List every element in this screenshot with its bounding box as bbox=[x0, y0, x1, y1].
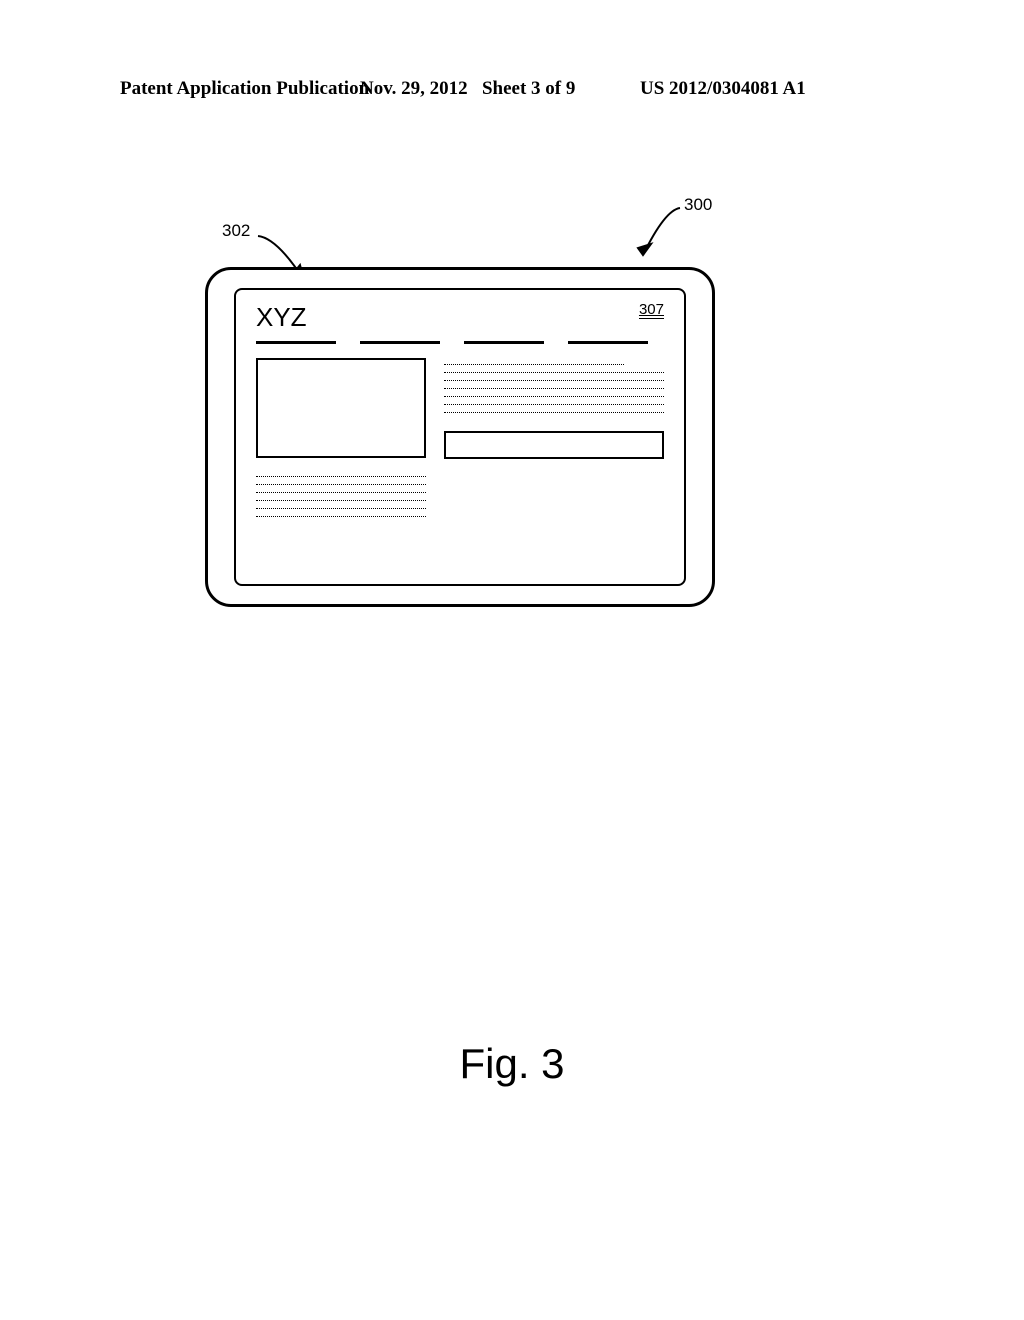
header-sheet: Sheet 3 of 9 bbox=[482, 78, 575, 99]
text-block-right bbox=[444, 364, 664, 413]
browser-window: XYZ 307 bbox=[234, 288, 686, 586]
image-placeholder bbox=[256, 358, 426, 458]
text-line bbox=[444, 388, 664, 389]
patent-page: Patent Application Publication Nov. 29, … bbox=[0, 0, 1024, 1320]
nav-item[interactable] bbox=[256, 341, 336, 344]
text-line bbox=[256, 516, 426, 517]
text-line bbox=[256, 508, 426, 509]
text-block-left bbox=[256, 476, 426, 517]
site-title: XYZ bbox=[256, 302, 307, 333]
content-grid bbox=[256, 358, 664, 517]
text-line bbox=[444, 372, 664, 373]
text-line bbox=[444, 404, 664, 405]
nav-bar bbox=[256, 341, 664, 344]
nav-item[interactable] bbox=[464, 341, 544, 344]
header-publication: Patent Application Publication bbox=[120, 78, 369, 100]
header-mid: Nov. 29, 2012 Sheet 3 of 9 bbox=[360, 78, 575, 100]
callout-307: 307 bbox=[639, 302, 664, 319]
leader-300 bbox=[625, 200, 685, 270]
nav-item[interactable] bbox=[568, 341, 648, 344]
text-line bbox=[444, 396, 664, 397]
text-line bbox=[444, 412, 664, 413]
nav-item[interactable] bbox=[360, 341, 440, 344]
text-line bbox=[256, 492, 426, 493]
text-line bbox=[256, 484, 426, 485]
callout-302: 302 bbox=[222, 221, 250, 241]
text-line bbox=[444, 364, 624, 365]
text-line bbox=[444, 380, 664, 381]
header-row: XYZ 307 bbox=[256, 302, 664, 333]
text-line bbox=[256, 500, 426, 501]
header-docnumber: US 2012/0304081 A1 bbox=[640, 78, 806, 100]
right-column bbox=[444, 358, 664, 517]
input-field[interactable] bbox=[444, 431, 664, 459]
callout-300: 300 bbox=[684, 195, 712, 215]
figure-caption: Fig. 3 bbox=[0, 1040, 1024, 1088]
text-line bbox=[256, 476, 426, 477]
left-column bbox=[256, 358, 426, 517]
tablet-device: XYZ 307 bbox=[205, 267, 715, 607]
header-date: Nov. 29, 2012 bbox=[360, 78, 468, 99]
